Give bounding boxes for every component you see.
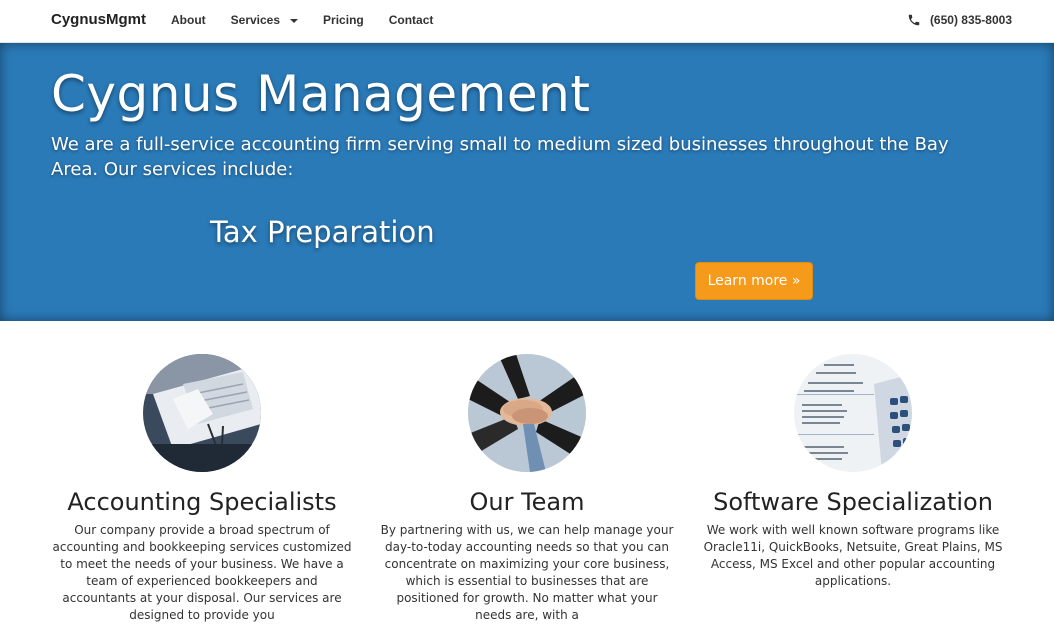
feature-text: By partnering with us, we can help manag… (380, 523, 674, 622)
nav-about[interactable]: About (171, 13, 206, 27)
hero-jumbotron: Cygnus Management We are a full-service … (0, 43, 1054, 321)
phone-contact[interactable]: (650) 835-8003 (907, 13, 1012, 27)
phone-number: (650) 835-8003 (929, 13, 1012, 27)
learn-more-button[interactable]: Learn more » (695, 262, 813, 300)
nav-contact-label: Contact (388, 13, 434, 27)
nav-services-label: Services (230, 13, 281, 27)
nav-contact[interactable]: Contact (389, 13, 434, 27)
hero-service-slide: Tax Preparation (210, 215, 435, 249)
brand-link[interactable]: CygnusMgmt (51, 11, 146, 28)
team-hands-photo (468, 354, 586, 472)
main-nav: About Services Pricing Contact (171, 13, 458, 27)
top-navbar: CygnusMgmt About Services Pricing Contac… (0, 0, 1054, 43)
feature-text: Our company provide a broad spectrum of … (52, 523, 352, 622)
nav-pricing[interactable]: Pricing (323, 13, 364, 27)
feature-text: We work with well known software program… (703, 523, 1003, 588)
feature-title: Our Team (469, 488, 585, 516)
feature-accounting-specialists: Accounting Specialists Our company provi… (52, 354, 352, 624)
calculator-form-photo (794, 354, 912, 472)
desk-documents-photo (143, 354, 261, 472)
feature-title: Accounting Specialists (67, 488, 337, 516)
hero-title: Cygnus Management (51, 65, 591, 123)
feature-software-specialization: Software Specialization We work with wel… (703, 354, 1003, 590)
feature-title: Software Specialization (713, 488, 993, 516)
caret-down-icon (290, 18, 299, 23)
hero-description: We are a full-service accounting firm se… (51, 134, 949, 180)
nav-services-dropdown[interactable]: Services (230, 13, 299, 27)
nav-pricing-label: Pricing (323, 13, 364, 27)
nav-about-label: About (171, 13, 206, 27)
phone-icon (908, 14, 920, 26)
feature-our-team: Our Team By partnering with us, we can h… (377, 354, 677, 624)
